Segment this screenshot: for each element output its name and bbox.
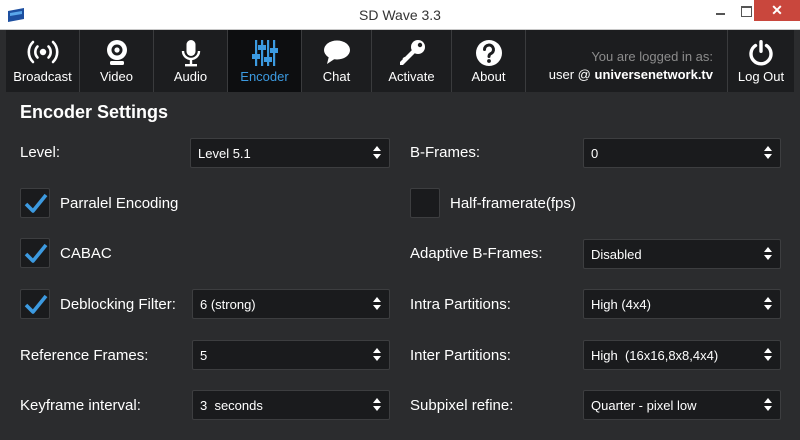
close-icon: ✕ [771,2,783,18]
cabac-checkbox[interactable] [20,238,50,268]
updown-arrows-icon [373,146,381,160]
chat-bubble-icon [323,40,350,64]
microphone-icon [181,40,200,67]
updown-arrows-icon [764,398,772,412]
login-status: You are logged in as: user @ universenet… [538,30,728,92]
keyframe-interval-label: Keyframe interval: [20,397,141,414]
intra-partitions-value: High (4x4) [591,297,651,312]
parallel-encoding-label: Parralel Encoding [60,195,179,212]
main-toolbar: Broadcast Video Audio Encoder Chat Activ… [6,30,794,92]
reference-frames-select[interactable]: 5 [192,340,390,370]
half-framerate-checkbox[interactable] [410,188,440,218]
subpixel-refine-label: Subpixel refine: [410,397,514,414]
title-bar: SD Wave 3.3 ✕ [0,0,800,30]
inter-partitions-select[interactable]: High (16x16,8x8,4x4) [583,340,781,370]
updown-arrows-icon [373,297,381,311]
toolbar-chat-label: Chat [322,69,351,84]
logout-label: Log Out [737,69,785,84]
adaptive-b-frames-label: Adaptive B-Frames: [410,245,543,262]
toolbar-broadcast-label: Broadcast [13,69,72,84]
subpixel-refine-select[interactable]: Quarter - pixel low [583,390,781,420]
login-user-name: user @ [548,67,595,82]
toolbar-activate-label: Activate [388,69,435,84]
toolbar-audio-button[interactable]: Audio [154,30,228,92]
key-icon [399,40,425,65]
intra-partitions-select[interactable]: High (4x4) [583,289,781,319]
adaptive-b-frames-select[interactable]: Disabled [583,239,781,269]
toolbar-encoder-button[interactable]: Encoder [228,30,302,92]
updown-arrows-icon [764,146,772,160]
toolbar-activate-button[interactable]: Activate [372,30,452,92]
login-domain: universenetwork.tv [594,67,714,82]
b-frames-label: B-Frames: [410,144,481,161]
window-title: SD Wave 3.3 [359,7,441,23]
half-framerate-label: Half-framerate(fps) [450,195,576,212]
keyframe-interval-select[interactable]: 3 seconds [192,390,390,420]
subpixel-refine-value: Quarter - pixel low [591,398,697,413]
inter-partitions-value: High (16x16,8x8,4x4) [591,348,719,363]
minimize-button[interactable] [707,0,733,21]
updown-arrows-icon [764,348,772,362]
toolbar-broadcast-button[interactable]: Broadcast [6,30,80,92]
adaptive-b-frames-value: Disabled [591,247,642,262]
b-frames-select[interactable]: 0 [583,138,781,168]
reference-frames-value: 5 [200,348,208,363]
keyframe-interval-value: 3 seconds [200,398,263,413]
intra-partitions-label: Intra Partitions: [410,296,511,313]
encoder-settings-panel: Encoder Settings Level: Level 5.1 B-Fram… [6,92,794,440]
page-title: Encoder Settings [20,102,169,122]
level-select[interactable]: Level 5.1 [190,138,390,168]
checkmark-icon [24,294,48,314]
parallel-encoding-checkbox[interactable] [20,188,50,218]
updown-arrows-icon [764,297,772,311]
deblocking-filter-select[interactable]: 6 (strong) [192,289,390,319]
toolbar-video-label: Video [99,69,133,84]
checkmark-icon [24,243,48,263]
inter-partitions-label: Inter Partitions: [410,347,511,364]
level-label: Level: [20,144,61,161]
cabac-label: CABAC [60,245,112,262]
logout-button[interactable]: Log Out [728,30,794,92]
toolbar-about-label: About [471,69,506,84]
deblocking-filter-value: 6 (strong) [200,297,256,312]
deblocking-filter-checkbox[interactable] [20,289,50,319]
checkmark-icon [24,193,48,213]
sliders-icon [251,40,278,66]
level-value: Level 5.1 [198,146,251,161]
close-button[interactable]: ✕ [754,0,800,21]
power-icon [749,40,773,66]
b-frames-value: 0 [591,146,599,161]
question-icon [475,40,502,66]
toolbar-about-button[interactable]: About [452,30,526,92]
broadcast-icon [27,40,58,64]
updown-arrows-icon [373,348,381,362]
deblocking-filter-label: Deblocking Filter: [60,296,176,313]
updown-arrows-icon [764,247,772,261]
login-user: user @ universenetwork.tv [549,67,713,82]
toolbar-chat-button[interactable]: Chat [302,30,372,92]
toolbar-audio-label: Audio [173,69,208,84]
reference-frames-label: Reference Frames: [20,347,149,364]
toolbar-encoder-label: Encoder [240,69,289,84]
webcam-icon [106,40,127,65]
login-caption: You are logged in as: [591,49,713,64]
updown-arrows-icon [373,398,381,412]
toolbar-video-button[interactable]: Video [80,30,154,92]
